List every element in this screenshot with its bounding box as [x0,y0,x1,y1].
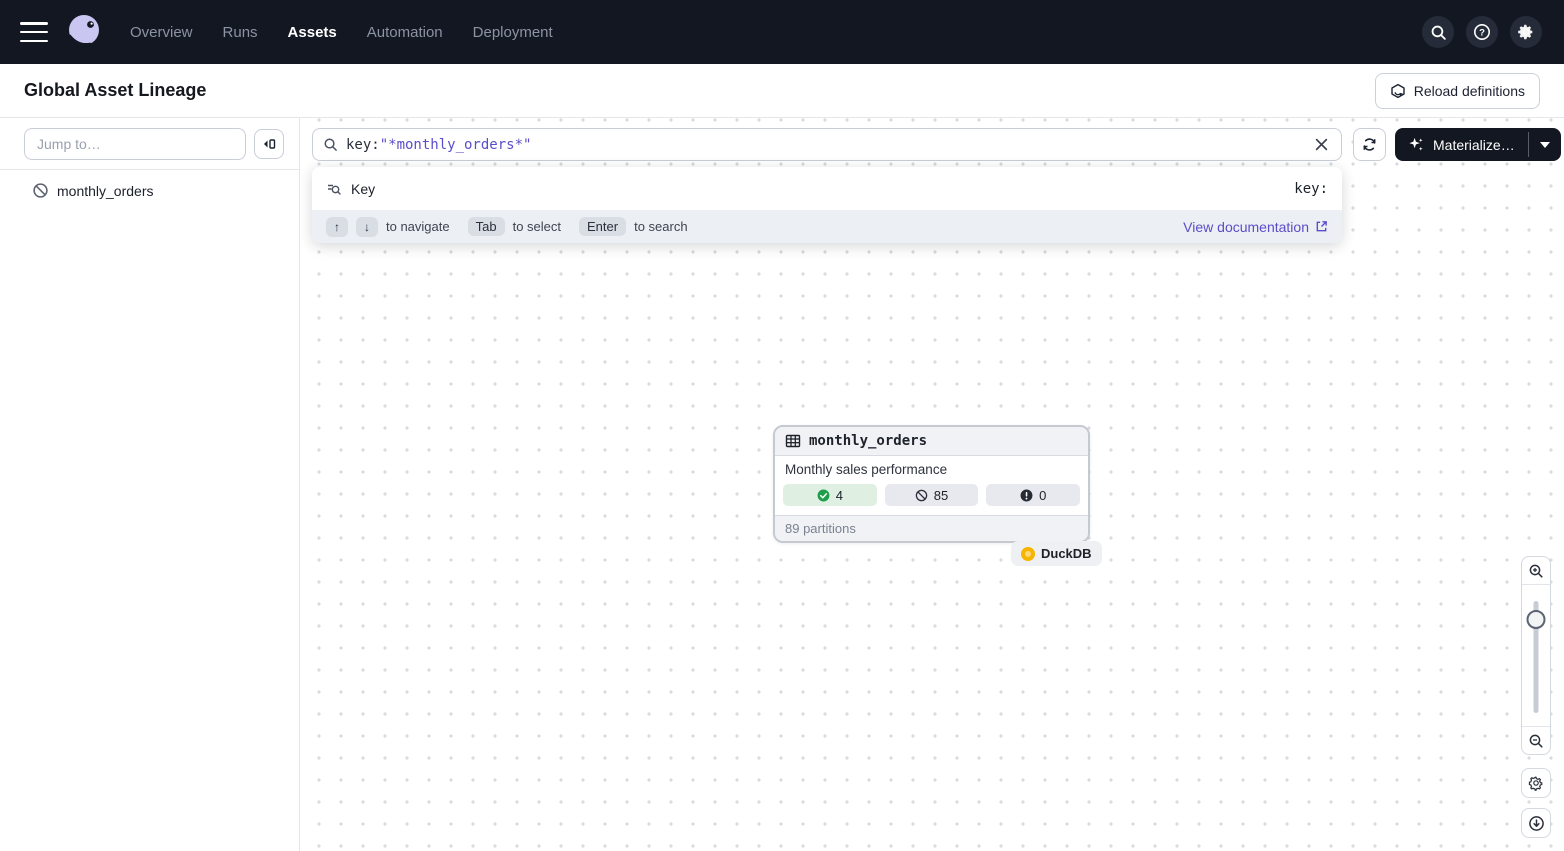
sidebar-asset-label: monthly_orders [57,183,154,199]
zoom-slider-handle[interactable] [1527,610,1546,629]
tab-key: Tab [468,217,505,236]
filter-search-icon [326,181,342,197]
select-hint: to select [513,219,561,234]
chevron-down-icon [1540,142,1550,148]
gear-icon [1528,775,1544,791]
sparkle-icon [1408,136,1425,153]
arrow-down-key: ↓ [356,217,378,237]
recenter-view-button[interactable] [1521,808,1551,838]
asset-node-footer: 89 partitions [775,515,1088,541]
slash-circle-icon [915,489,928,502]
check-circle-icon [817,489,830,502]
table-icon [785,433,801,449]
nav-item-overview[interactable]: Overview [130,24,193,41]
external-link-icon [1315,220,1328,233]
view-documentation-link[interactable]: View documentation [1183,219,1328,235]
suggestion-code: key: [1294,181,1328,197]
materialize-split-button: Materialize… [1395,128,1561,161]
navigate-hint: to navigate [386,219,450,234]
sidebar-item-monthly-orders[interactable]: monthly_orders [0,170,299,199]
nav-item-runs[interactable]: Runs [223,24,258,41]
lineage-sidebar: monthly_orders [0,118,300,851]
search-suggestions-panel: Key key: ↑ ↓ to navigate Tab to select E… [312,167,1342,243]
nav-item-automation[interactable]: Automation [367,24,443,41]
close-icon [1315,138,1328,151]
svg-text:?: ? [1479,28,1485,39]
gear-icon [1517,23,1535,41]
asset-node-monthly-orders[interactable]: monthly_orders Monthly sales performance… [773,425,1090,543]
nav-item-deployment[interactable]: Deployment [473,24,553,41]
suggestion-key[interactable]: Key key: [312,167,1342,210]
search-hint: to search [634,219,687,234]
asset-node-header: monthly_orders [775,427,1088,456]
recenter-icon [1528,815,1545,832]
page-title: Global Asset Lineage [24,80,206,101]
alert-circle-icon [1020,489,1033,502]
top-nav-bar: Overview Runs Assets Automation Deployme… [0,0,1564,64]
search-button[interactable] [1422,16,1454,48]
zoom-out-icon [1528,733,1544,749]
lineage-canvas[interactable]: key:"*monthly_orders*" Key key: ↑ ↓ to n… [300,118,1564,851]
reload-icon [1390,83,1406,99]
search-icon [1430,24,1447,41]
enter-key: Enter [579,217,626,236]
reload-definitions-button[interactable]: Reload definitions [1375,73,1540,109]
failed-count-badge[interactable]: 0 [986,484,1080,506]
duckdb-icon [1021,547,1035,561]
help-button[interactable]: ? [1466,16,1498,48]
jump-to-input[interactable] [24,128,246,160]
zoom-slider[interactable] [1522,585,1550,726]
asset-node-title: monthly_orders [809,433,927,449]
help-icon: ? [1473,23,1491,41]
zoom-in-icon [1528,563,1544,579]
clear-search-button[interactable] [1309,133,1333,157]
asset-search: key:"*monthly_orders*" Key key: ↑ ↓ to n… [312,128,1342,243]
search-icon [323,137,338,152]
missing-count-badge[interactable]: 85 [885,484,979,506]
reload-definitions-label: Reload definitions [1414,83,1525,99]
dagster-logo[interactable] [64,12,104,52]
collapse-panel-button[interactable] [254,129,284,159]
zoom-control-group [1521,556,1551,755]
page-header: Global Asset Lineage Reload definitions [0,64,1564,118]
search-query-text: key:"*monthly_orders*" [346,137,1301,153]
search-hint-bar: ↑ ↓ to navigate Tab to select Enter to s… [312,210,1342,243]
arrow-up-key: ↑ [326,217,348,237]
zoom-in-button[interactable] [1522,557,1550,585]
asset-search-input[interactable]: key:"*monthly_orders*" [312,128,1342,161]
materialize-dropdown-button[interactable] [1529,128,1561,161]
sync-icon [1361,136,1378,153]
hamburger-menu-icon[interactable] [20,22,48,42]
duckdb-label: DuckDB [1041,546,1092,561]
slash-circle-icon [32,182,49,199]
asset-node-description: Monthly sales performance [775,456,1088,481]
zoom-out-button[interactable] [1522,726,1550,754]
refresh-graph-button[interactable] [1353,128,1386,161]
partition-health-badges: 4 85 0 [775,481,1088,515]
collapse-panel-icon [261,136,277,152]
materialized-count-badge[interactable]: 4 [783,484,877,506]
settings-button[interactable] [1510,16,1542,48]
compute-kind-tag-duckdb[interactable]: DuckDB [1011,541,1102,566]
main-navigation: Overview Runs Assets Automation Deployme… [130,24,553,41]
nav-item-assets[interactable]: Assets [288,24,337,41]
graph-settings-button[interactable] [1521,768,1551,798]
materialize-label: Materialize… [1433,137,1515,153]
materialize-button[interactable]: Materialize… [1395,128,1528,161]
suggestion-label: Key [351,181,375,197]
